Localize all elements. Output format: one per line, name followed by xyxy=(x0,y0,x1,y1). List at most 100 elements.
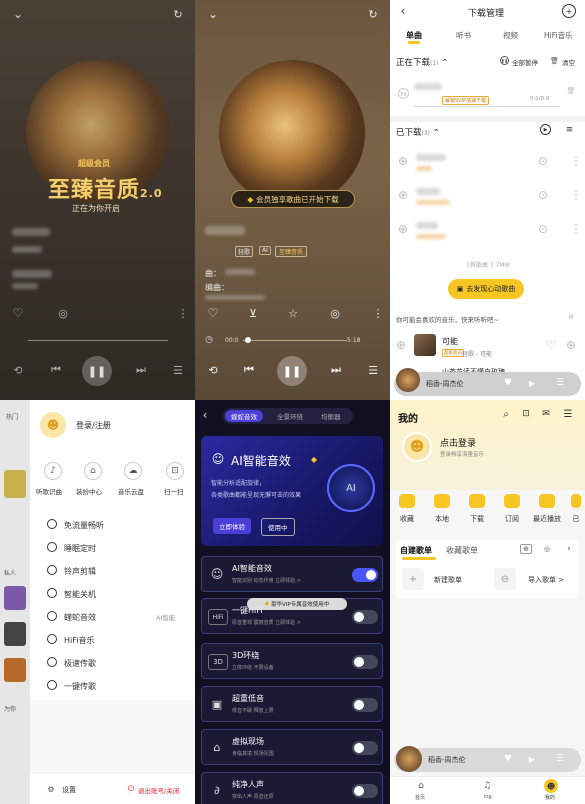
grid-label[interactable]: 装扮中心 xyxy=(76,486,102,496)
search-icon[interactable]: ⌕ xyxy=(500,408,512,420)
login-link[interactable]: 点击登录 xyxy=(440,436,476,449)
nav-ing[interactable]: ing xyxy=(484,794,492,800)
import-playlist[interactable]: 导入歌单 > xyxy=(528,575,564,585)
more-icon[interactable]: ⋮ xyxy=(570,154,582,168)
menu-item-auto-shutdown[interactable]: 智能关机 xyxy=(47,588,96,600)
pause-item-icon[interactable]: ❚❚ xyxy=(398,88,409,99)
settings-link[interactable]: 设置 xyxy=(62,785,76,795)
add-icon[interactable]: ⊕ xyxy=(398,222,408,236)
tab-video[interactable]: 视频 xyxy=(503,30,518,41)
heart-icon[interactable]: ♡ xyxy=(205,305,221,321)
more-icon[interactable]: ⋮ xyxy=(178,305,189,321)
logout-link[interactable]: 退出账号/关闭 xyxy=(138,785,179,795)
tab-single[interactable]: 单曲 xyxy=(406,30,422,41)
play-icon[interactable]: ⊙ xyxy=(538,222,548,236)
chevron-down-icon[interactable]: ⌄ xyxy=(10,6,26,22)
pause-button[interactable]: ❚❚ xyxy=(277,356,307,386)
chevron-down-icon[interactable]: ⌄ xyxy=(205,6,221,22)
effect-card-vocal[interactable]: ∂ 纯净人声 突出人声 原音还原 xyxy=(201,772,383,804)
effect-card-ai[interactable]: ☺ AI智能音效 智能识别 动态作用 立即体验 > xyxy=(201,556,383,592)
play-icon[interactable]: ⊙ xyxy=(538,154,548,168)
tab-fav-playlists[interactable]: 收藏歌单 xyxy=(446,545,478,556)
pause-all-icon[interactable]: ❚❚ xyxy=(500,56,509,65)
toggle-ai[interactable] xyxy=(352,568,378,582)
svip-speed-badge[interactable]: 解锁SVIP加速下载 xyxy=(442,96,490,105)
playlist-icon[interactable]: ☰ xyxy=(365,362,381,378)
play-all-icon[interactable]: ◎ xyxy=(542,544,552,554)
new-playlist[interactable]: 新建歌单 xyxy=(434,575,462,585)
tab-books[interactable]: 听书 xyxy=(456,30,471,41)
chevron-right-icon[interactable]: › xyxy=(564,544,574,554)
downloaded-item[interactable]: ⊕ ⊙ ⋮ xyxy=(390,180,585,214)
import-playlist-icon[interactable]: ⊖ xyxy=(494,568,516,590)
quick-recent[interactable]: 最近播放 xyxy=(532,494,562,524)
using-button[interactable]: 使用中 xyxy=(261,518,295,536)
import-icon[interactable]: ⊕ xyxy=(520,544,532,554)
toggle-vocal[interactable] xyxy=(352,784,378,798)
heart-icon[interactable]: ♡ xyxy=(10,305,26,321)
home-icon[interactable]: ⌂ xyxy=(414,780,428,792)
downloaded-item[interactable]: ⊕ ⊙ ⋮ xyxy=(390,146,585,180)
menu-item-sleep-timer[interactable]: 睡眠定时 xyxy=(47,542,96,554)
tshirt-icon[interactable]: ⌂ xyxy=(84,462,102,480)
more-icon[interactable]: ⋮ xyxy=(570,188,582,202)
menu-item-free-flow[interactable]: 免流量畅听 xyxy=(47,519,104,531)
download-icon[interactable]: ⊻ xyxy=(245,305,261,321)
toggle-3d[interactable] xyxy=(352,655,378,669)
tab-viper[interactable]: 蝰蛇音效 xyxy=(225,410,263,422)
back-icon[interactable]: ‹ xyxy=(396,4,410,18)
effect-card-3d[interactable]: 3D 3D环绕 立体环绕 不限设备 xyxy=(201,643,383,679)
quick-favorites[interactable]: 收藏 xyxy=(392,494,422,524)
headphone-icon[interactable]: ♫ xyxy=(480,780,494,792)
repeat-icon[interactable]: ⟲ xyxy=(205,362,221,378)
tab-eq[interactable]: 均衡器 xyxy=(321,411,341,421)
play-icon[interactable]: ▶ xyxy=(526,753,538,765)
chevron-up-icon[interactable]: ⌃ xyxy=(441,58,448,68)
mini-player[interactable]: 稻香-周杰伦 ♥ ▶ ☰ xyxy=(394,746,581,772)
refresh-icon[interactable]: ↻ xyxy=(365,6,381,22)
next-icon[interactable]: ⏭ xyxy=(328,362,344,378)
next-icon[interactable]: ⏭ xyxy=(133,362,149,378)
heart-icon[interactable]: ♥ xyxy=(502,753,514,765)
effect-card-bass[interactable]: ▣ 超重低音 低音不破 释放上限 xyxy=(201,686,383,722)
scan-icon[interactable]: ⊡ xyxy=(166,462,184,480)
message-icon[interactable]: ✉ xyxy=(540,408,552,420)
more-icon[interactable]: ⋮ xyxy=(373,305,384,321)
menu-item-one-key[interactable]: 一键传歌 xyxy=(47,680,96,692)
refresh-icon[interactable]: ↻ xyxy=(170,6,186,22)
timer-icon[interactable]: ◷ xyxy=(203,334,215,346)
more-icon[interactable]: ⋮ xyxy=(570,222,582,236)
prev-icon[interactable]: ⏮ xyxy=(48,362,64,378)
nav-home[interactable]: 首页 xyxy=(415,794,425,801)
add-playlist-icon[interactable]: + xyxy=(402,568,424,590)
prev-icon[interactable]: ⏮ xyxy=(241,362,257,378)
quick-local[interactable]: 本地 xyxy=(427,494,457,524)
heart-icon[interactable]: ♡ xyxy=(546,338,557,352)
tab-hifi[interactable]: HiFi音乐 xyxy=(544,30,573,41)
power-icon[interactable]: ⏻ xyxy=(126,784,136,794)
play-icon[interactable]: ▶ xyxy=(526,377,538,389)
effect-card-live[interactable]: ⌂ 虚拟现场 身临其境 现场氛围 xyxy=(201,729,383,765)
my-icon[interactable]: ☻ xyxy=(544,779,558,793)
play-all-icon[interactable]: ▶ xyxy=(540,124,551,135)
downloaded-item[interactable]: ⊕ ⊙ ⋮ xyxy=(390,214,585,248)
downloading-item[interactable]: ❚❚ 解锁SVIP加速下载 0.0/0.0 🗑 xyxy=(390,76,585,112)
tab-surround[interactable]: 全景环绕 xyxy=(277,411,303,421)
playlist-icon[interactable]: ☰ xyxy=(554,377,566,389)
toggle-hifi[interactable] xyxy=(352,610,378,624)
tab-my-playlists[interactable]: 自建歌单 xyxy=(400,545,432,556)
login-link[interactable]: 登录/注册 xyxy=(76,420,111,431)
discover-button[interactable]: ▣ 去发现心动歌曲 xyxy=(448,279,524,299)
chevron-up-icon[interactable]: ⌃ xyxy=(433,128,440,138)
pause-button[interactable]: ❚❚ xyxy=(82,356,112,386)
menu-item-hifi[interactable]: HiFi音乐 xyxy=(47,634,94,646)
clear-button[interactable]: 清空 xyxy=(562,57,575,67)
comment-icon[interactable]: ◎ xyxy=(55,305,71,321)
play-icon[interactable]: ⊙ xyxy=(538,188,548,202)
add-icon[interactable]: ⊕ xyxy=(398,188,408,202)
menu-item-fast-transfer[interactable]: 极速传歌 xyxy=(47,657,96,669)
menu-item-viper[interactable]: 蝰蛇音效 xyxy=(47,611,96,623)
menu-item-ringtone[interactable]: 铃声剪辑 xyxy=(47,565,96,577)
back-icon[interactable]: ‹ xyxy=(199,408,211,422)
grid-label[interactable]: 听歌识曲 xyxy=(36,486,62,496)
